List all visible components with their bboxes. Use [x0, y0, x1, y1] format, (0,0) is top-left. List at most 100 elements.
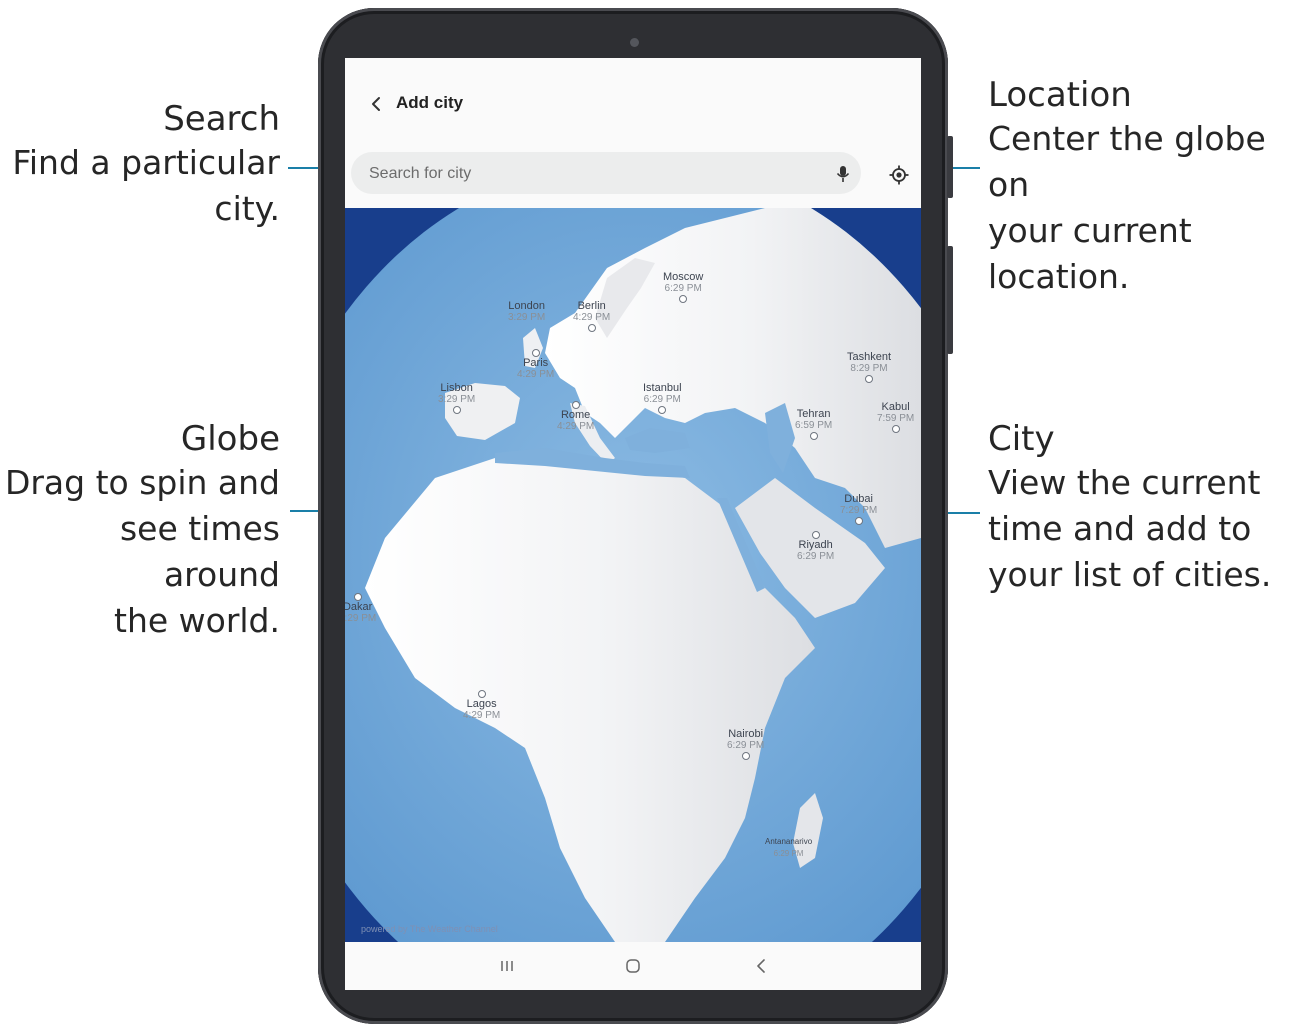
search-bar[interactable] [351, 152, 861, 196]
city-dot [658, 406, 667, 414]
location-callout-desc-3: location. [988, 257, 1130, 296]
city-time: 4:29 PM [517, 369, 555, 380]
search-callout-desc-2: city. [214, 189, 280, 228]
location-callout-desc-2: your current [988, 211, 1192, 250]
city-name: London [508, 300, 545, 312]
city-marker[interactable]: Dubai 7:29 PM [840, 493, 877, 525]
city-marker[interactable]: Dakar 3:29 PM [345, 592, 376, 624]
globe-callout: Globe Drag to spin and see times around … [0, 418, 280, 644]
city-time: 6:29 PM [773, 849, 804, 858]
city-name: Berlin [577, 300, 606, 312]
city-dot [811, 531, 820, 539]
globe-callout-desc-2: see times around [119, 509, 280, 594]
city-dot [679, 295, 688, 303]
city-marker[interactable]: London 3:29 PM [508, 300, 545, 323]
city-time: 7:59 PM [877, 413, 915, 424]
city-dot [452, 406, 461, 414]
city-time: 4:29 PM [463, 710, 501, 721]
chevron-left-icon[interactable] [365, 92, 389, 116]
city-name: Riyadh [798, 539, 833, 551]
city-marker[interactable]: Riyadh 6:29 PM [797, 530, 834, 562]
city-name: Kabul [881, 401, 910, 413]
screen: Add city Search for city Moscow 6:29 PM … [345, 58, 921, 990]
page-title: Add city [396, 93, 464, 112]
city-dot [891, 425, 900, 433]
globe-callout-desc-1: Drag to spin and [4, 463, 280, 502]
city-marker[interactable]: Berlin 4:29 PM [573, 300, 610, 332]
city-callout-desc-2: time and add to [988, 509, 1252, 548]
search-input[interactable] [367, 152, 801, 196]
city-marker[interactable]: Antananarivo 6:29 PM [765, 836, 812, 859]
city-dot [741, 752, 750, 760]
globe-callout-title: Globe [180, 419, 280, 459]
city-dot [587, 324, 596, 332]
city-time: 6:29 PM [664, 283, 702, 294]
city-name: Nairobi [728, 728, 764, 740]
city-time: 4:29 PM [557, 421, 595, 432]
tablet-device: Add city Search for city Moscow 6:29 PM … [318, 8, 953, 1024]
city-marker[interactable]: Lagos 4:29 PM [463, 689, 500, 721]
city-callout: City View the current time and add to yo… [988, 418, 1271, 598]
city-marker[interactable]: Nairobi 6:29 PM [727, 728, 764, 760]
crosshair-location-icon[interactable] [888, 164, 910, 186]
city-marker[interactable]: Kabul 7:59 PM [877, 401, 914, 433]
city-callout-desc-1: View the current [988, 463, 1261, 502]
city-dot [353, 593, 362, 601]
city-name: Dubai [844, 493, 873, 505]
city-name: Lisbon [440, 382, 473, 394]
city-dot [865, 375, 874, 383]
city-time: 8:29 PM [850, 363, 888, 374]
city-time: 4:29 PM [573, 312, 611, 323]
city-dot [531, 349, 540, 357]
navigation-bar [345, 942, 921, 990]
city-marker[interactable]: Rome 4:29 PM [557, 400, 594, 432]
city-time: 6:29 PM [797, 551, 835, 562]
city-marker[interactable]: Lisbon 3:29 PM [438, 382, 475, 414]
city-name: Lagos [466, 698, 497, 710]
globe-callout-desc-3: the world. [114, 601, 280, 640]
globe-map[interactable]: Moscow 6:29 PM London 3:29 PM Berlin 4:2… [345, 208, 921, 942]
city-name: Paris [523, 357, 549, 369]
city-marker[interactable]: Istanbul 6:29 PM [643, 382, 682, 414]
home-icon[interactable] [621, 955, 645, 977]
location-callout: Location Center the globe on your curren… [988, 74, 1315, 300]
city-name: Dakar [345, 601, 373, 613]
city-time: 6:59 PM [795, 420, 833, 431]
location-callout-title: Location [988, 75, 1132, 115]
city-dot [854, 517, 863, 525]
globe-graphic[interactable] [345, 208, 921, 942]
city-time: 6:29 PM [643, 394, 681, 405]
search-callout-title: Search [163, 99, 280, 139]
city-name: Tashkent [847, 351, 892, 363]
city-dot [571, 401, 580, 409]
city-name: Tehran [796, 408, 831, 420]
recents-icon[interactable] [495, 955, 519, 977]
city-marker[interactable]: Paris 4:29 PM [517, 348, 554, 380]
city-marker[interactable]: Tashkent 8:29 PM [847, 351, 891, 383]
city-callout-title: City [988, 419, 1055, 459]
city-dot [809, 432, 818, 440]
front-camera [630, 38, 639, 47]
back-icon[interactable] [749, 955, 773, 977]
weather-credit: powered by The Weather Channel [361, 924, 498, 934]
city-marker[interactable]: Tehran 6:59 PM [795, 408, 832, 440]
city-name: Moscow [663, 271, 704, 283]
app-bar: Add city [345, 58, 921, 148]
city-callout-desc-3: your list of cities. [988, 555, 1272, 594]
city-time: 3:29 PM [345, 613, 377, 624]
city-time: 3:29 PM [438, 394, 476, 405]
city-marker[interactable]: Moscow 6:29 PM [663, 271, 703, 303]
search-callout: Search Find a particular city. [12, 98, 280, 232]
city-name: Istanbul [643, 382, 682, 394]
microphone-icon[interactable] [833, 164, 853, 184]
city-name: Antananarivo [765, 837, 813, 846]
search-callout-desc-1: Find a particular [12, 143, 280, 182]
location-callout-desc-1: Center the globe on [988, 119, 1266, 204]
city-time: 3:29 PM [508, 312, 546, 323]
power-key [947, 136, 953, 198]
city-dot [477, 690, 486, 698]
city-time: 7:29 PM [840, 505, 878, 516]
volume-key [947, 246, 953, 354]
city-name: Rome [560, 409, 591, 421]
city-time: 6:29 PM [727, 740, 765, 751]
